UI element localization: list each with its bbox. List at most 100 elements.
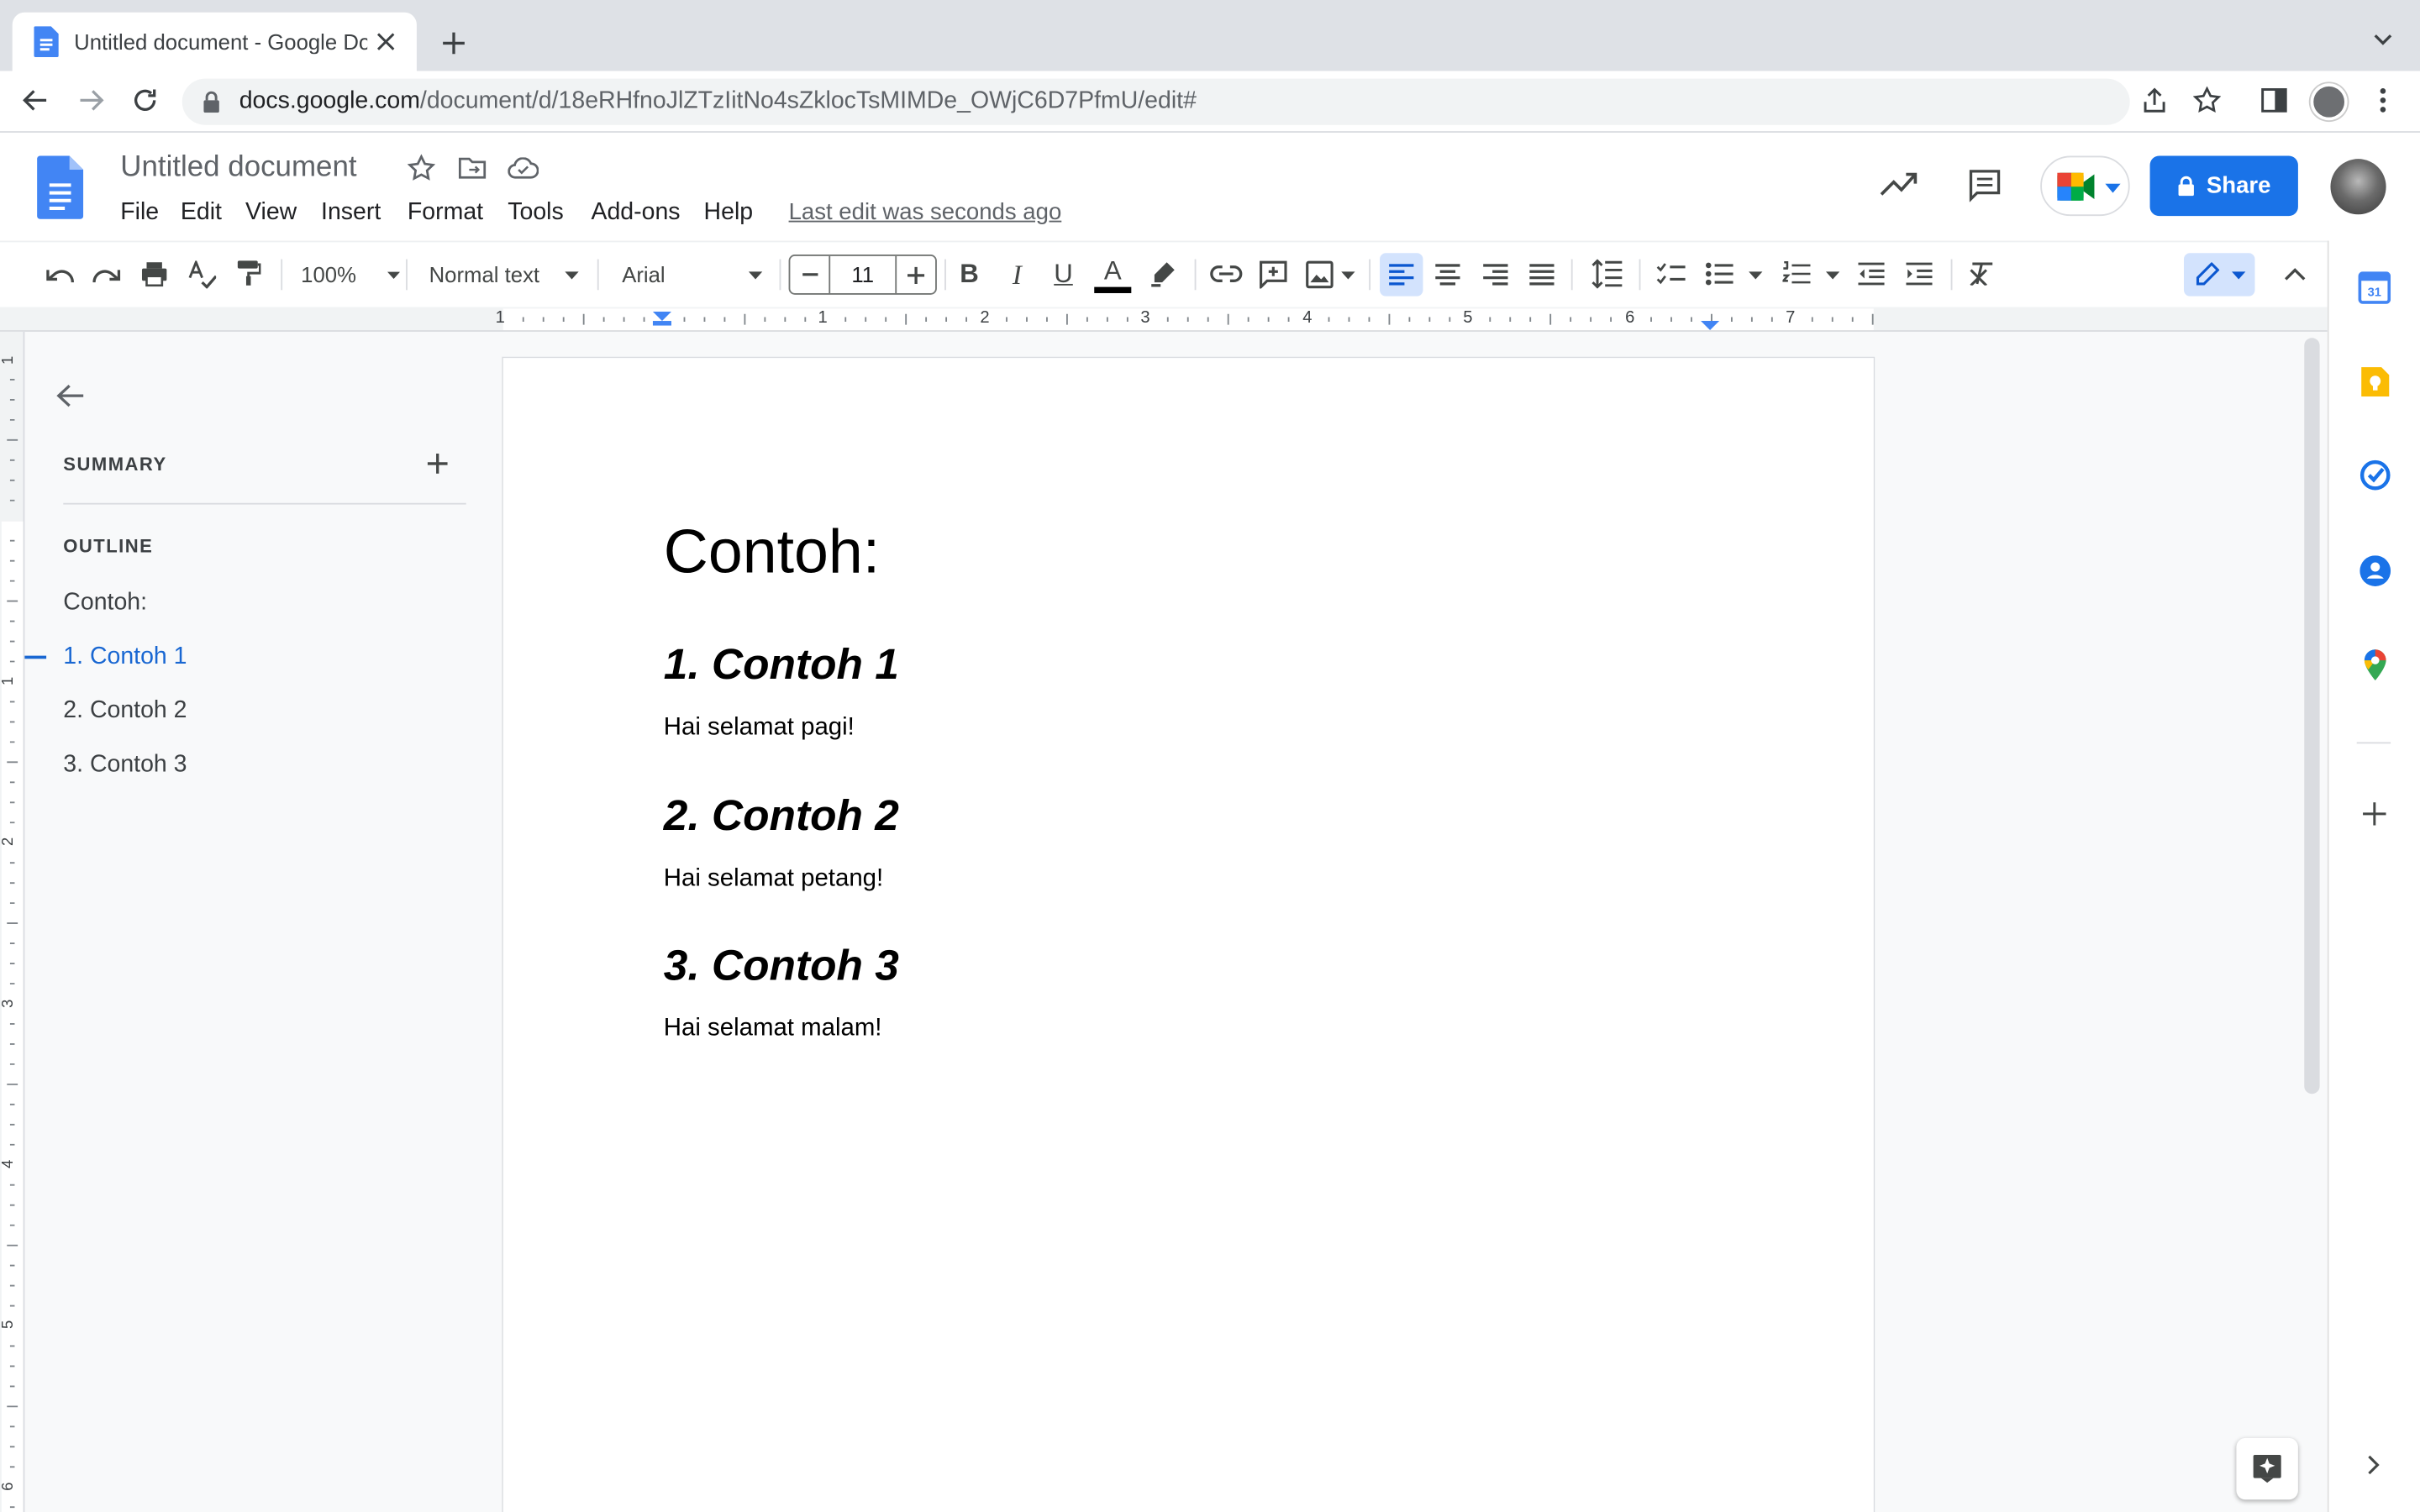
numbered-dropdown-icon[interactable] [1825, 271, 1840, 280]
zoom-select[interactable]: 100% [301, 256, 400, 293]
line-spacing-icon[interactable] [1591, 259, 1623, 289]
tasks-icon[interactable] [2360, 459, 2391, 491]
add-summary-icon[interactable] [427, 454, 448, 474]
font-size-input[interactable]: 11 [830, 256, 895, 293]
share-label: Share [2206, 172, 2271, 199]
lock-icon[interactable] [203, 91, 221, 113]
back-arrow-icon[interactable] [22, 87, 50, 114]
collapse-menus-icon[interactable] [2284, 267, 2306, 281]
share-page-icon[interactable] [2141, 87, 2169, 114]
maps-pin-icon[interactable] [2363, 648, 2387, 681]
numbered-list-icon[interactable] [1782, 260, 1811, 286]
docs-logo-icon[interactable] [37, 155, 84, 219]
increase-font-size-button[interactable] [895, 255, 935, 293]
add-addon-icon[interactable] [2363, 802, 2386, 826]
menu-edit[interactable]: Edit [181, 199, 222, 227]
document-title-text[interactable]: Contoh: [664, 518, 880, 588]
body-paragraph[interactable]: Hai selamat petang! [664, 865, 883, 893]
explore-button[interactable] [2236, 1437, 2298, 1500]
close-tab-icon[interactable] [376, 33, 395, 51]
toolbar-separator [1570, 259, 1573, 291]
bullet-dropdown-icon[interactable] [1749, 271, 1763, 280]
insert-image-icon[interactable] [1306, 260, 1334, 289]
contacts-icon[interactable] [2360, 555, 2391, 586]
vruler-label: 1 [0, 355, 18, 365]
last-edit-link[interactable]: Last edit was seconds ago [789, 199, 1062, 225]
bold-button[interactable]: B [955, 256, 983, 293]
menu-file[interactable]: File [120, 199, 159, 227]
italic-button[interactable]: I [1003, 256, 1031, 293]
text-color-button[interactable]: A [1092, 256, 1133, 293]
undo-icon[interactable] [45, 264, 74, 284]
redo-icon[interactable] [92, 264, 122, 284]
cloud-saved-icon[interactable] [508, 157, 539, 179]
activity-trend-icon[interactable] [1880, 171, 1918, 197]
justify-icon[interactable] [1529, 264, 1555, 286]
side-panel [2327, 240, 2420, 1512]
menu-help[interactable]: Help [704, 199, 754, 227]
browser-menu-icon[interactable] [2380, 87, 2386, 114]
align-center-icon[interactable] [1435, 264, 1460, 286]
outline-item[interactable]: 3. Contoh 3 [63, 751, 187, 779]
menu-tools[interactable]: Tools [508, 199, 563, 227]
explore-sparkle-icon [2253, 1455, 2281, 1483]
move-folder-icon[interactable] [458, 156, 487, 180]
share-button[interactable]: Share [2149, 155, 2298, 217]
reload-icon[interactable] [131, 87, 159, 114]
increase-indent-icon[interactable] [1906, 262, 1933, 286]
underline-button[interactable]: U [1050, 256, 1077, 293]
dropdown-icon [748, 270, 763, 279]
outline-item[interactable]: 2. Contoh 2 [63, 697, 187, 725]
meet-button[interactable] [2040, 155, 2130, 217]
account-avatar[interactable] [2330, 159, 2386, 215]
print-icon[interactable] [140, 260, 168, 287]
document-title[interactable]: Untitled document [120, 151, 356, 185]
text-color-glyph: A [1103, 255, 1122, 286]
clear-formatting-icon[interactable] [1968, 262, 1994, 286]
heading-2[interactable]: 2. Contoh 2 [664, 791, 899, 841]
menu-view[interactable]: View [245, 199, 297, 227]
bookmark-star-icon[interactable] [2193, 86, 2222, 114]
forward-arrow-icon[interactable] [77, 87, 105, 114]
heading-1[interactable]: 1. Contoh 1 [664, 640, 899, 690]
ruler-ticks [522, 312, 1874, 331]
star-icon[interactable] [407, 154, 435, 182]
decrease-font-size-button[interactable] [790, 255, 831, 293]
editing-mode-button[interactable] [2183, 253, 2255, 297]
expand-side-panel-icon[interactable] [2368, 1455, 2381, 1475]
close-outline-arrow-icon[interactable] [55, 383, 85, 409]
checklist-icon[interactable] [1656, 262, 1686, 286]
outline-item-active[interactable]: 1. Contoh 1 [63, 643, 187, 671]
browser-tab[interactable]: Untitled document - Google Do [12, 12, 417, 71]
image-dropdown-icon[interactable] [1341, 271, 1355, 280]
side-panel-icon[interactable] [2261, 88, 2287, 113]
font-family-select[interactable]: Arial [622, 256, 773, 293]
bulleted-list-icon[interactable] [1705, 262, 1733, 286]
vertical-scrollbar[interactable] [2304, 338, 2320, 1095]
decrease-indent-icon[interactable] [1858, 262, 1885, 286]
paint-format-icon[interactable] [236, 260, 261, 287]
body-paragraph[interactable]: Hai selamat malam! [664, 1016, 882, 1043]
body-paragraph[interactable]: Hai selamat pagi! [664, 714, 855, 742]
new-tab-icon[interactable] [441, 31, 466, 55]
zoom-value: 100% [301, 262, 356, 287]
align-left-button[interactable] [1380, 253, 1423, 297]
calendar-icon[interactable]: 31 [2358, 271, 2391, 304]
add-comment-icon[interactable] [1260, 260, 1287, 289]
menu-format[interactable]: Format [408, 199, 483, 227]
tab-search-chevron-icon[interactable] [2372, 33, 2394, 48]
insert-link-icon[interactable] [1210, 265, 1243, 282]
keep-icon[interactable] [2360, 365, 2391, 398]
menu-insert[interactable]: Insert [321, 199, 381, 227]
heading-3[interactable]: 3. Contoh 3 [664, 941, 899, 990]
align-right-icon[interactable] [1483, 264, 1508, 286]
highlight-pen-icon[interactable] [1150, 260, 1176, 287]
outline-item[interactable]: Contoh: [63, 590, 147, 617]
paragraph-style-select[interactable]: Normal text [429, 256, 584, 293]
ruler-label: 2 [980, 308, 990, 328]
menu-addons[interactable]: Add-ons [591, 199, 680, 227]
profile-avatar[interactable] [2310, 83, 2348, 121]
toolbar-separator [1194, 259, 1197, 291]
comment-history-icon[interactable] [1968, 168, 2002, 202]
spellcheck-icon[interactable] [188, 260, 217, 289]
